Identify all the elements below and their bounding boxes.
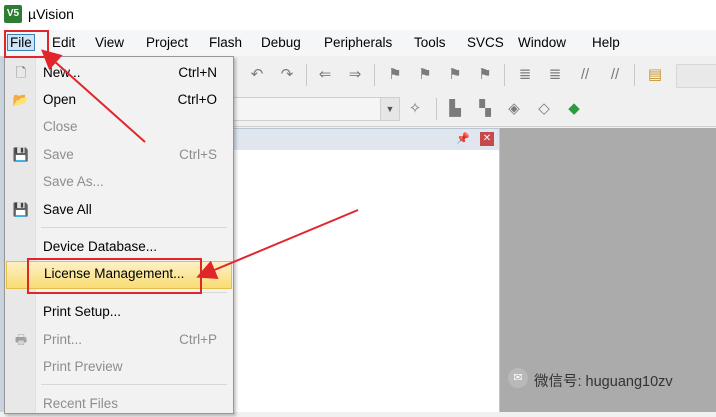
watermark-text: 微信号: huguang10zv bbox=[534, 374, 673, 390]
arrow-to-file-menu bbox=[41, 49, 146, 143]
arrow-to-license-management bbox=[196, 209, 359, 280]
wechat-icon: ✉ bbox=[508, 368, 528, 388]
annotation-arrows bbox=[41, 49, 359, 280]
